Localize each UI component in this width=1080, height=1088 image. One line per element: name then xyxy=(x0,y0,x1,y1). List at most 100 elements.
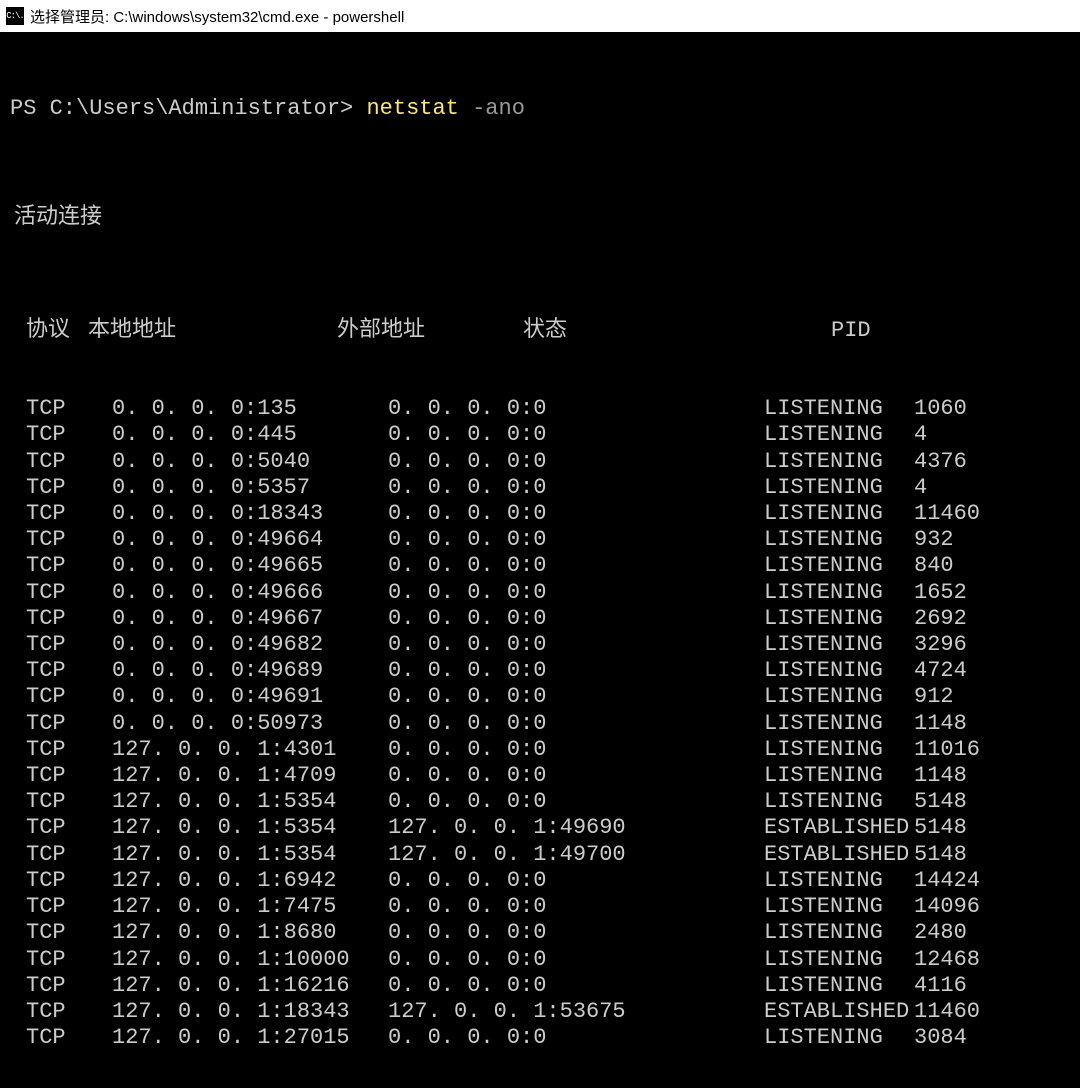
cell-pid: 1652 xyxy=(914,580,1014,606)
cell-local: 0. 0. 0. 0:49664 xyxy=(90,527,388,553)
cell-local: 127. 0. 0. 1:27015 xyxy=(90,1025,388,1051)
cell-pid: 840 xyxy=(914,553,1014,579)
table-header-row: 协议本地地址外部地址状态PID xyxy=(10,318,1072,344)
cell-state: LISTENING xyxy=(646,868,914,894)
cell-proto: TCP xyxy=(10,947,90,973)
cell-state: LISTENING xyxy=(646,711,914,737)
table-row: TCP127. 0. 0. 1:43010. 0. 0. 0:0LISTENIN… xyxy=(10,737,1072,763)
cell-proto: TCP xyxy=(10,973,90,999)
cell-pid: 2692 xyxy=(914,606,1014,632)
cell-state: LISTENING xyxy=(646,789,914,815)
cell-proto: TCP xyxy=(10,580,90,606)
cell-proto: TCP xyxy=(10,449,90,475)
cell-foreign: 0. 0. 0. 0:0 xyxy=(388,422,646,448)
cell-proto: TCP xyxy=(10,553,90,579)
command-text: netstat xyxy=(366,96,458,121)
cell-state: LISTENING xyxy=(646,684,914,710)
cell-proto: TCP xyxy=(10,920,90,946)
cell-pid: 4724 xyxy=(914,658,1014,684)
cell-pid: 2480 xyxy=(914,920,1014,946)
cell-pid: 14096 xyxy=(914,894,1014,920)
cell-state: LISTENING xyxy=(646,763,914,789)
cmd-icon: C:\. xyxy=(6,7,24,25)
cell-state: LISTENING xyxy=(646,449,914,475)
cell-foreign: 0. 0. 0. 0:0 xyxy=(388,475,646,501)
cell-foreign: 127. 0. 0. 1:53675 xyxy=(388,999,646,1025)
cell-state: LISTENING xyxy=(646,501,914,527)
cell-foreign: 0. 0. 0. 0:0 xyxy=(388,553,646,579)
cell-local: 127. 0. 0. 1:8680 xyxy=(90,920,388,946)
table-row: TCP127. 0. 0. 1:5354127. 0. 0. 1:49700ES… xyxy=(10,842,1072,868)
table-row: TCP127. 0. 0. 1:47090. 0. 0. 0:0LISTENIN… xyxy=(10,763,1072,789)
table-row: TCP127. 0. 0. 1:100000. 0. 0. 0:0LISTENI… xyxy=(10,947,1072,973)
cell-foreign: 0. 0. 0. 0:0 xyxy=(388,396,646,422)
cell-proto: TCP xyxy=(10,658,90,684)
cell-foreign: 0. 0. 0. 0:0 xyxy=(388,632,646,658)
cell-state: LISTENING xyxy=(646,580,914,606)
cell-proto: TCP xyxy=(10,501,90,527)
cell-pid: 11460 xyxy=(914,999,1014,1025)
cell-foreign: 127. 0. 0. 1:49690 xyxy=(388,815,646,841)
cell-local: 127. 0. 0. 1:7475 xyxy=(90,894,388,920)
cell-pid: 1148 xyxy=(914,711,1014,737)
table-row: TCP127. 0. 0. 1:18343127. 0. 0. 1:53675E… xyxy=(10,999,1072,1025)
cell-pid: 4376 xyxy=(914,449,1014,475)
table-row: TCP0. 0. 0. 0:53570. 0. 0. 0:0LISTENING4 xyxy=(10,475,1072,501)
cell-state: LISTENING xyxy=(646,737,914,763)
cell-local: 0. 0. 0. 0:49682 xyxy=(90,632,388,658)
cell-local: 0. 0. 0. 0:5357 xyxy=(90,475,388,501)
table-row: TCP0. 0. 0. 0:496670. 0. 0. 0:0LISTENING… xyxy=(10,606,1072,632)
cell-foreign: 127. 0. 0. 1:49700 xyxy=(388,842,646,868)
cell-pid: 3084 xyxy=(914,1025,1014,1051)
header-foreign: 外部地址 xyxy=(337,318,523,344)
header-state: 状态 xyxy=(523,318,831,344)
terminal-output[interactable]: PS C:\Users\Administrator> netstat -ano … xyxy=(0,32,1080,1088)
cell-foreign: 0. 0. 0. 0:0 xyxy=(388,501,646,527)
table-row: TCP127. 0. 0. 1:5354127. 0. 0. 1:49690ES… xyxy=(10,815,1072,841)
table-row: TCP0. 0. 0. 0:4450. 0. 0. 0:0LISTENING4 xyxy=(10,422,1072,448)
cell-foreign: 0. 0. 0. 0:0 xyxy=(388,580,646,606)
cell-local: 127. 0. 0. 1:5354 xyxy=(90,842,388,868)
prompt-line: PS C:\Users\Administrator> netstat -ano xyxy=(10,96,1072,122)
cell-state: LISTENING xyxy=(646,894,914,920)
table-row: TCP127. 0. 0. 1:162160. 0. 0. 0:0LISTENI… xyxy=(10,973,1072,999)
cell-local: 127. 0. 0. 1:10000 xyxy=(90,947,388,973)
cell-foreign: 0. 0. 0. 0:0 xyxy=(388,894,646,920)
cell-proto: TCP xyxy=(10,606,90,632)
table-body: TCP0. 0. 0. 0:1350. 0. 0. 0:0LISTENING10… xyxy=(10,396,1072,1051)
cell-pid: 11460 xyxy=(914,501,1014,527)
table-row: TCP0. 0. 0. 0:496910. 0. 0. 0:0LISTENING… xyxy=(10,684,1072,710)
cell-foreign: 0. 0. 0. 0:0 xyxy=(388,947,646,973)
cell-local: 127. 0. 0. 1:4301 xyxy=(90,737,388,763)
cell-pid: 4 xyxy=(914,422,1014,448)
command-arg: -ano xyxy=(472,96,525,121)
cell-foreign: 0. 0. 0. 0:0 xyxy=(388,789,646,815)
cell-state: LISTENING xyxy=(646,606,914,632)
cell-pid: 5148 xyxy=(914,815,1014,841)
cell-state: ESTABLISHED xyxy=(646,842,914,868)
cell-proto: TCP xyxy=(10,711,90,737)
cell-proto: TCP xyxy=(10,763,90,789)
header-pid: PID xyxy=(831,318,911,344)
window-titlebar[interactable]: C:\. 选择管理员: C:\windows\system32\cmd.exe … xyxy=(0,0,1080,32)
cell-local: 127. 0. 0. 1:4709 xyxy=(90,763,388,789)
cell-local: 0. 0. 0. 0:49666 xyxy=(90,580,388,606)
cell-pid: 5148 xyxy=(914,842,1014,868)
table-row: TCP127. 0. 0. 1:53540. 0. 0. 0:0LISTENIN… xyxy=(10,789,1072,815)
cell-foreign: 0. 0. 0. 0:0 xyxy=(388,737,646,763)
cell-state: LISTENING xyxy=(646,1025,914,1051)
cell-proto: TCP xyxy=(10,789,90,815)
cell-local: 127. 0. 0. 1:18343 xyxy=(90,999,388,1025)
cell-proto: TCP xyxy=(10,527,90,553)
table-row: TCP127. 0. 0. 1:86800. 0. 0. 0:0LISTENIN… xyxy=(10,920,1072,946)
window-title: 选择管理员: C:\windows\system32\cmd.exe - pow… xyxy=(30,6,404,27)
cell-foreign: 0. 0. 0. 0:0 xyxy=(388,920,646,946)
table-row: TCP0. 0. 0. 0:50400. 0. 0. 0:0LISTENING4… xyxy=(10,449,1072,475)
cell-state: LISTENING xyxy=(646,632,914,658)
table-row: TCP0. 0. 0. 0:496660. 0. 0. 0:0LISTENING… xyxy=(10,580,1072,606)
cell-state: LISTENING xyxy=(646,658,914,684)
cell-state: LISTENING xyxy=(646,973,914,999)
cell-pid: 912 xyxy=(914,684,1014,710)
cell-pid: 12468 xyxy=(914,947,1014,973)
cell-pid: 5148 xyxy=(914,789,1014,815)
